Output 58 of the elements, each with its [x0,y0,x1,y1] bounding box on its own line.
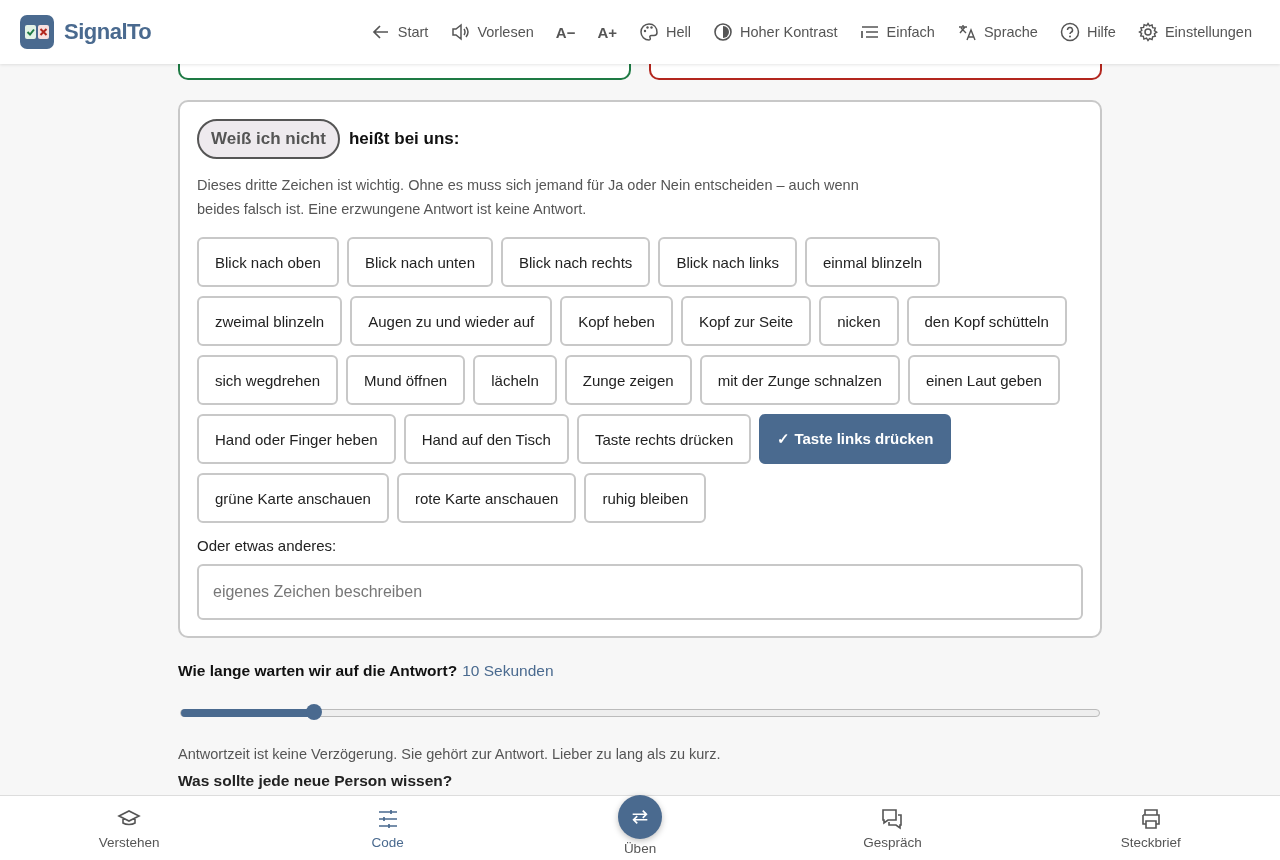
toolbar-button[interactable]: Einstellungen [1129,16,1260,48]
question-label: Wie lange warten wir auf die Antwort? [178,662,458,679]
option-chip[interactable]: grüne Karte anschauen [197,473,389,523]
wait-note: Antwortzeit ist keine Verzögerung. Sie gehört zur Antwort. Lieber zu lang als zu kurz. [178,746,722,762]
help-icon [1059,22,1080,42]
toolbar-button[interactable]: Sprache [948,16,1046,48]
input-field[interactable]: eigenes Zeichen beschreiben [197,564,1083,620]
field-label: Oder etwas anderes: [197,537,338,554]
nav-tab[interactable]: Code [258,796,517,860]
option-chip[interactable]: Kopf heben [560,296,673,346]
slider-thumb[interactable] [306,704,323,720]
toolbar-button[interactable]: Vorlesen [442,16,542,48]
option-chip[interactable]: zweimal blinzeln [197,296,343,346]
option-chip[interactable]: Hand auf den Tisch [403,414,569,464]
toolbar-button[interactable]: A− [547,16,584,48]
contrast-icon [713,22,733,42]
nav-tab[interactable]: Üben [516,796,764,860]
nav-tab[interactable]: Steckbrief [1021,796,1280,860]
signal-pill: Weiß ich nicht [197,119,340,159]
toolbar-button[interactable]: Hilfe [1051,16,1124,48]
option-chip[interactable]: den Kopf schütteln [906,296,1067,346]
translate-icon [956,22,977,42]
option-chip[interactable]: ruhig bleiben [584,473,707,523]
option-chip[interactable]: rote Karte anschauen [396,473,577,523]
option-chip[interactable]: Blick nach oben [197,237,339,287]
option-chip[interactable]: Mund öffnen [346,355,466,405]
nav-tab[interactable]: Gespräch [763,796,1022,860]
toolbar-button[interactable]: Einfach [851,16,943,48]
option-chip[interactable]: Blick nach rechts [501,237,651,287]
card-heading: heißt bei uns: [348,129,460,149]
section-heading: Was sollte jede neue Person wissen? [178,772,454,790]
palette-icon [639,22,659,42]
settings-icon [1137,22,1158,42]
option-chip[interactable]: Hand oder Finger heben [197,414,396,464]
option-chip[interactable]: Blick nach unten [346,237,493,287]
option-chip[interactable]: sich wegdrehen [197,355,339,405]
toolbar-button[interactable]: A+ [589,16,625,48]
option-chip[interactable]: lächeln [473,355,557,405]
toolbar-button[interactable]: Hoher Kontrast [705,16,846,48]
nav-tab[interactable]: Verstehen [0,796,259,860]
option-chip[interactable]: einmal blinzeln [804,237,941,287]
option-chip[interactable]: einen Laut geben [907,355,1060,405]
option-chip[interactable]: Blick nach links [658,237,797,287]
app-name: SignalTo [64,19,152,45]
option-chip[interactable]: Kopf zur Seite [680,296,812,346]
toolbar-button[interactable]: Hell [631,16,699,48]
option-chip[interactable]: Taste rechts drücken [576,414,752,464]
wait-value: 10 Sekunden [462,662,554,679]
option-chip[interactable]: Augen zu und wieder auf [350,296,553,346]
logo-icon [20,15,54,49]
option-chip[interactable]: Zunge zeigen [564,355,692,405]
speaker-icon [450,22,471,42]
option-chip[interactable]: mit der Zunge schnalzen [699,355,900,405]
toolbar-button[interactable]: Start [362,16,437,48]
chat-icon [880,807,905,831]
card-description: Dieses dritte Zeichen ist wichtig. Ohne es muss sich jemand für Ja oder Nein entscheiden – auch wenn beides falsch ist. Eine erzwungene Antwort ist keine Antwort. [197,176,860,219]
option-chip[interactable]: ✓ Taste links drücken [759,414,952,464]
option-chip[interactable]: nicken [819,296,899,346]
